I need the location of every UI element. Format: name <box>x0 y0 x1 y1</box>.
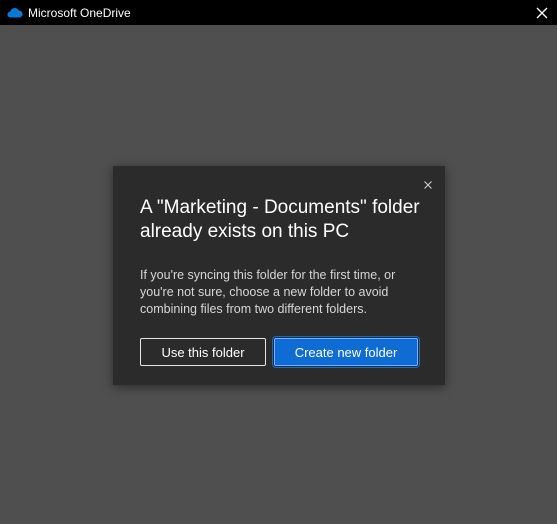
create-new-folder-button[interactable]: Create new folder <box>272 336 420 368</box>
dialog-heading: A "Marketing - Documents" folder already… <box>140 197 420 242</box>
onedrive-window: Microsoft OneDrive A "Marketing - Docume… <box>0 0 557 524</box>
use-this-folder-button[interactable]: Use this folder <box>140 338 266 366</box>
close-icon[interactable] <box>421 178 435 192</box>
dialog-message: If you're syncing this folder for the fi… <box>140 268 396 316</box>
folder-exists-dialog: A "Marketing - Documents" folder already… <box>113 166 445 385</box>
onedrive-cloud-icon <box>7 5 23 21</box>
title-bar: Microsoft OneDrive <box>0 0 557 25</box>
close-icon[interactable] <box>527 0 557 25</box>
window-title: Microsoft OneDrive <box>28 5 131 20</box>
